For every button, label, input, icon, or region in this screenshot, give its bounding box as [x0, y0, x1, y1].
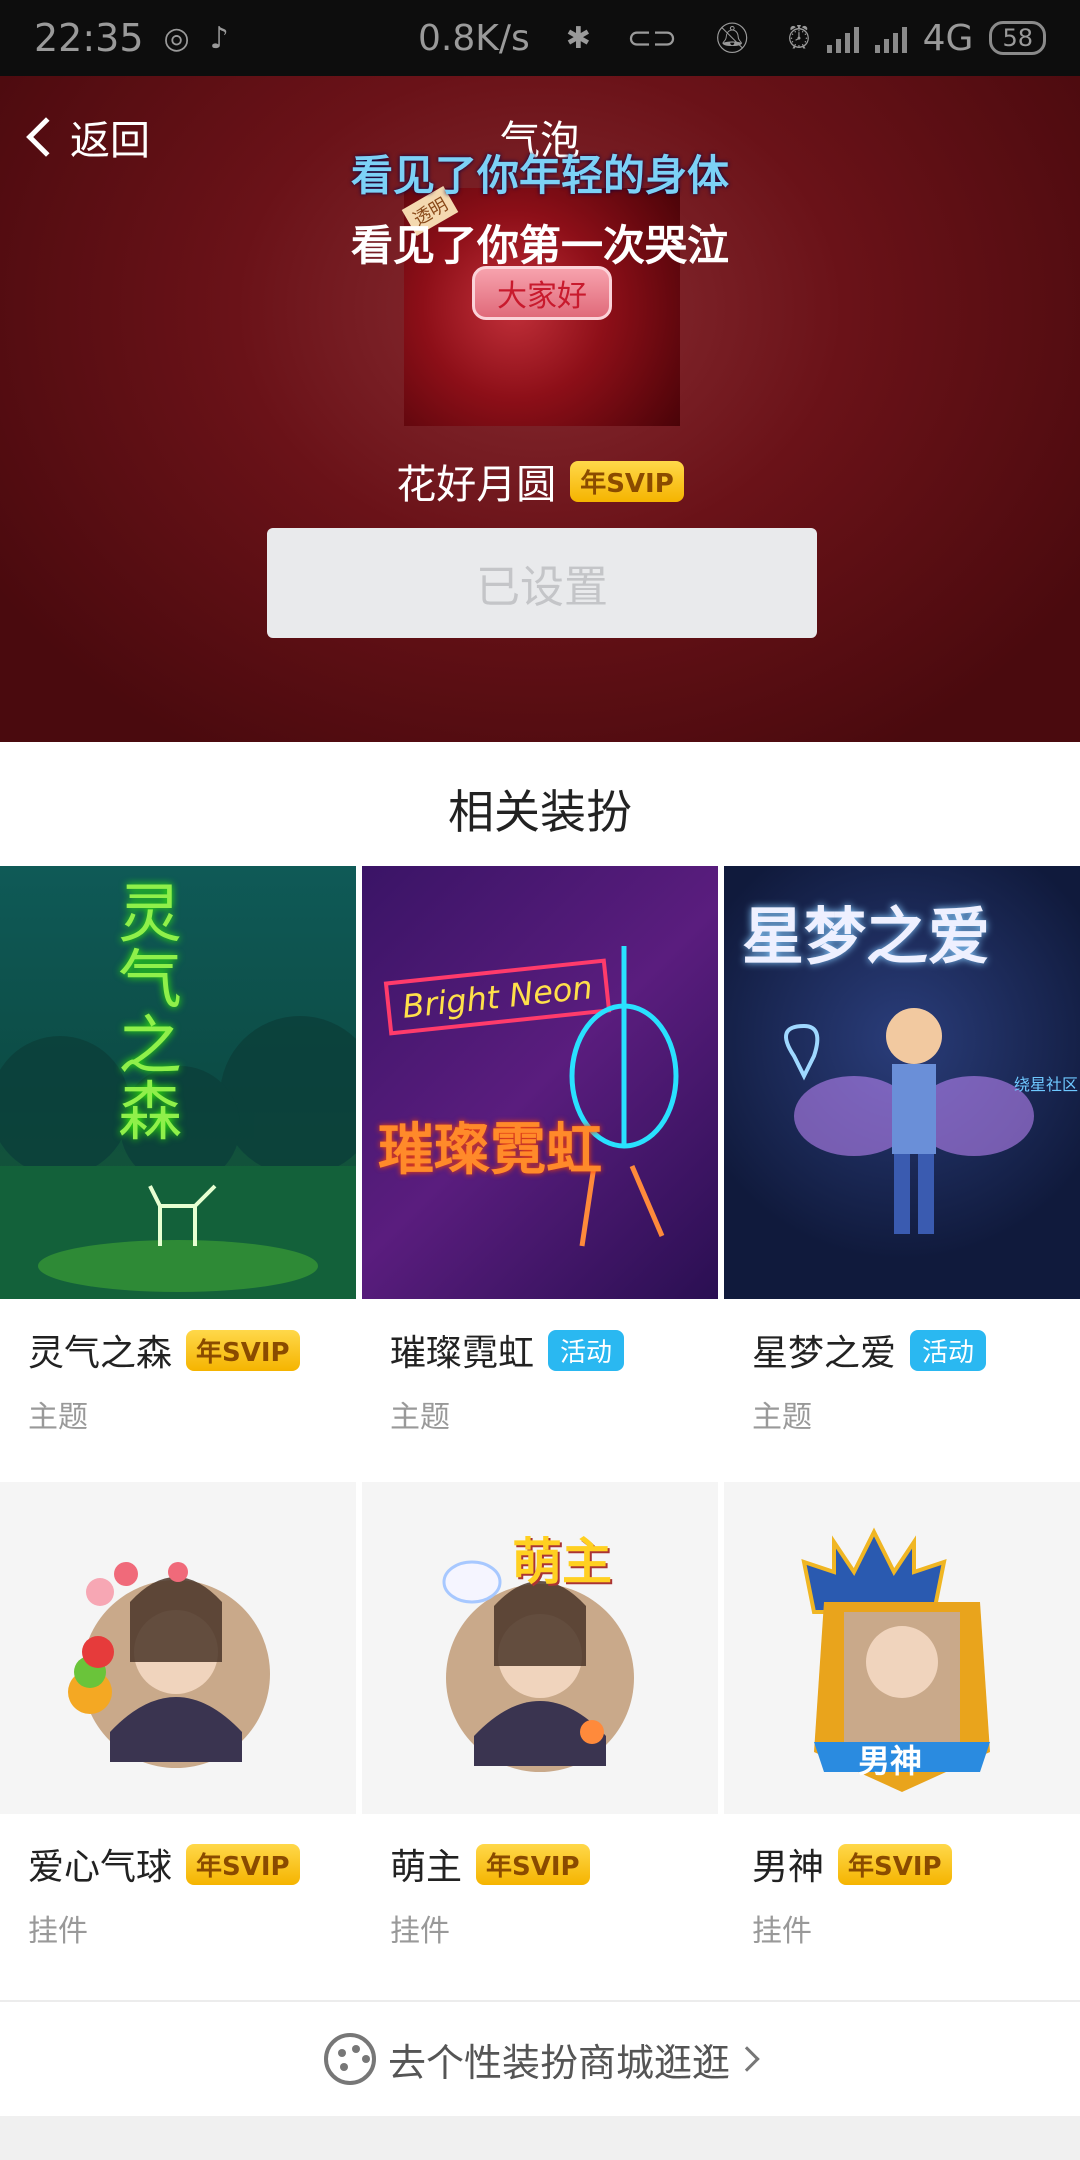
card-name: 男神	[752, 1847, 825, 1888]
svip-badge: 年SVIP	[570, 460, 684, 502]
male-god-pendant-thumbnail: 男神	[724, 1482, 1080, 1814]
hero-preview-area: 返回 气泡 透明 大家好 看见了你年轻的身体 看见了你第一次哭泣 花好月圆 年S…	[0, 76, 1080, 742]
card-name-row: 璀璨霓虹 活动	[390, 1324, 625, 1376]
card-name: 爱心气球	[28, 1847, 173, 1888]
card-category: 主题	[28, 1400, 88, 1435]
heart-balloon-pendant-thumbnail	[0, 1482, 356, 1814]
go-to-mall-label: 去个性装扮商城逛逛	[387, 2040, 730, 2085]
go-to-mall-link[interactable]: 去个性装扮商城逛逛	[0, 2000, 1080, 2116]
related-card-heart-balloon[interactable]: 爱心气球 年SVIP 挂件	[0, 1482, 356, 2000]
battery-icon: 58	[989, 21, 1046, 55]
network-type: 4G	[922, 17, 974, 59]
tiktok-icon: ♪	[209, 20, 229, 56]
chat-bubble-sample: 大家好	[472, 266, 612, 320]
card-category: 挂件	[390, 1914, 450, 1949]
card-category: 挂件	[28, 1914, 88, 1949]
activity-badge: 活动	[910, 1329, 987, 1371]
card-category: 主题	[752, 1400, 812, 1435]
card-category: 挂件	[752, 1914, 812, 1949]
signal-icon-2	[874, 23, 907, 53]
card-name-row: 萌主 年SVIP	[390, 1838, 590, 1890]
related-card-forest[interactable]: 灵气之森 灵气之森 年SVIP 主题	[0, 866, 356, 1466]
forest-art-text: 灵气之森	[118, 878, 182, 1150]
cute-master-art-text: 萌主	[512, 1533, 612, 1591]
related-card-star-dream[interactable]: 星梦之爱 绕星社区 星梦之爱 活动 主题	[724, 866, 1080, 1466]
star-dream-theme-thumbnail: 星梦之爱 绕星社区	[724, 866, 1080, 1299]
related-title: 相关装扮	[448, 785, 632, 839]
already-set-button[interactable]: 已设置	[267, 528, 817, 638]
palette-icon	[323, 2033, 376, 2085]
mute-icon: 🔕︎	[713, 20, 752, 56]
community-watermark: 绕星社区	[1014, 1075, 1079, 1094]
related-grid: 灵气之森 灵气之森 年SVIP 主题 Bright Neon 璀璨霓虹 璀璨霓虹…	[0, 866, 1080, 2000]
toggle-icon: ⊂⊃	[626, 20, 678, 56]
signal-icon	[826, 23, 859, 53]
net-speed: 0.8K/s	[417, 17, 530, 59]
related-card-cute-master[interactable]: 萌主 萌主 年SVIP 挂件	[362, 1482, 718, 2000]
related-section-header: 相关装扮	[0, 742, 1080, 866]
forest-theme-thumbnail: 灵气之森	[0, 866, 356, 1299]
lyric-line-1: 看见了你年轻的身体	[350, 151, 729, 200]
card-name: 萌主	[390, 1847, 463, 1888]
current-item-name-row: 花好月圆 年SVIP	[0, 452, 1080, 510]
svip-badge: 年SVIP	[476, 1843, 590, 1885]
status-bar: 22:35 ◎ ♪ 0.8K/s ✱ ⊂⊃ 🔕︎ ⏰︎ 4G 58	[0, 0, 1080, 76]
lyric-line-2: 看见了你第一次哭泣	[350, 221, 729, 270]
heart-balloon-art	[68, 1562, 270, 1768]
cute-master-pendant-thumbnail: 萌主	[362, 1482, 718, 1814]
card-name: 璀璨霓虹	[390, 1333, 535, 1374]
card-name: 灵气之森	[28, 1333, 173, 1374]
svip-badge: 年SVIP	[186, 1843, 300, 1885]
sync-icon: ◎	[163, 20, 190, 56]
related-card-male-god[interactable]: 男神 男神 年SVIP 挂件	[724, 1482, 1080, 2000]
current-item-name: 花好月圆	[396, 462, 557, 508]
neon-theme-thumbnail: Bright Neon 璀璨霓虹	[362, 866, 718, 1299]
activity-badge: 活动	[548, 1329, 625, 1371]
svip-badge: 年SVIP	[838, 1843, 952, 1885]
bottom-spacer	[0, 2116, 1080, 2160]
card-category: 主题	[390, 1400, 450, 1435]
card-name-row: 灵气之森 年SVIP	[28, 1324, 300, 1376]
male-god-art-text: 男神	[858, 1742, 923, 1780]
neon-art-text: 璀璨霓虹	[378, 1118, 602, 1183]
card-name-row: 男神 年SVIP	[752, 1838, 952, 1890]
chevron-right-icon	[734, 2046, 760, 2072]
card-name-row: 星梦之爱 活动	[752, 1324, 987, 1376]
bluetooth-icon: ✱	[565, 20, 591, 56]
alarm-icon: ⏰︎	[787, 20, 811, 56]
guitar-art	[569, 946, 679, 1247]
status-time: 22:35	[34, 16, 144, 60]
related-card-neon[interactable]: Bright Neon 璀璨霓虹 璀璨霓虹 活动 主题	[362, 866, 718, 1466]
svip-badge: 年SVIP	[186, 1329, 300, 1371]
card-name: 星梦之爱	[752, 1333, 897, 1374]
card-name-row: 爱心气球 年SVIP	[28, 1838, 300, 1890]
